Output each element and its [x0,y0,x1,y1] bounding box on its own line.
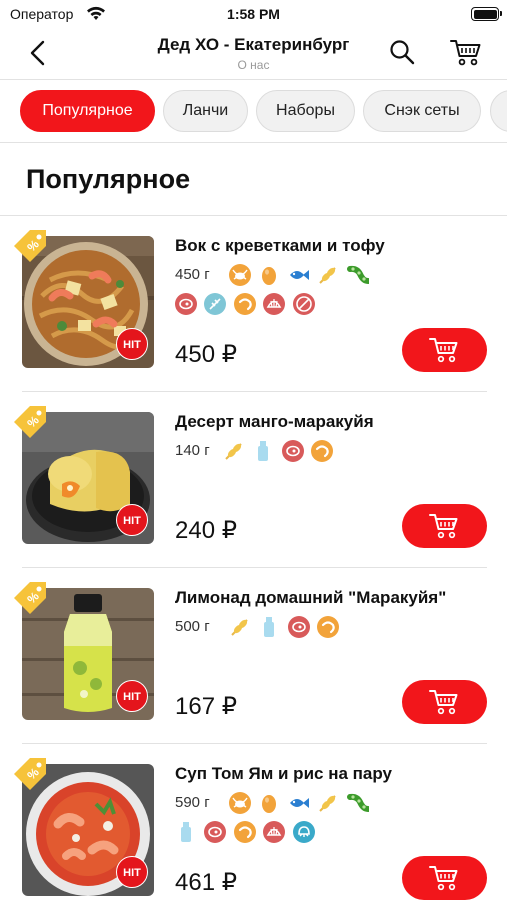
product-weight: 450 г [175,266,210,283]
product-weight: 590 г [175,794,210,811]
product-card[interactable]: HIT Десерт манго-маракуйя 140 г 240 ₽ [0,392,507,568]
cart-icon [429,690,458,715]
clock: 1:58 PM [227,6,280,22]
cart-icon [429,514,458,539]
soy-icon [346,792,369,814]
product-price: 240 ₽ [175,517,237,544]
discount-tag-icon [14,582,46,614]
hit-badge: HIT [116,856,148,888]
wheat-icon [223,440,245,462]
tab-lunches[interactable]: Ланчи [163,90,248,132]
fish-icon [288,264,310,286]
add-to-cart-button[interactable] [402,328,487,372]
product-weight: 140 г [175,442,210,459]
sesame-icon [204,293,227,315]
section-title: Популярное [26,164,191,194]
meat-icon [287,616,310,638]
tab-snack-sets[interactable]: Снэк сеты [363,90,481,132]
milk-icon [252,440,274,462]
meat-icon [175,293,197,315]
wheat-icon [317,264,339,286]
shrimp-icon [233,293,256,315]
shrimp-icon [311,440,334,462]
allergen-icons-row [229,264,372,286]
hit-badge: HIT [116,680,148,712]
product-name[interactable]: Лимонад домашний "Маракуйя" [175,588,446,608]
shellfish-icon [263,293,286,315]
navigation-bar: Дед ХО - Екатеринбург О нас [0,28,507,80]
allergen-icons-row [175,293,318,315]
shrimp-icon [317,616,340,638]
about-link[interactable]: О нас [0,58,507,72]
status-bar: Оператор 1:58 PM [0,0,507,28]
product-card[interactable]: HIT Лимонад домашний "Маракуйя" 500 г 16… [0,568,507,744]
tab-popular[interactable]: Популярное [20,90,155,132]
hit-badge: HIT [116,328,148,360]
milk-icon [258,616,280,638]
egg-icon [258,792,280,814]
wheat-icon [317,792,339,814]
mollusk-icon [292,821,315,843]
restaurant-title: Дед ХО - Екатеринбург [157,35,350,54]
meat-icon [204,821,227,843]
shrimp-icon [233,821,256,843]
wheat-icon [229,616,251,638]
product-name[interactable]: Суп Том Ям и рис на пару [175,764,392,784]
soy-icon [346,264,369,286]
shellfish-icon [263,821,286,843]
no-gluten-icon [292,293,315,315]
egg-icon [258,264,280,286]
allergen-icons-row [175,821,318,843]
allergen-icons-row [223,440,336,462]
tab-more[interactable] [490,90,507,132]
battery-icon [471,7,502,21]
cart-icon[interactable] [450,37,482,67]
fish-icon [288,792,310,814]
product-price: 167 ₽ [175,693,237,720]
add-to-cart-button[interactable] [402,504,487,548]
cart-icon [429,866,458,891]
product-name[interactable]: Вок с креветками и тофу [175,236,385,256]
hit-badge: HIT [116,504,148,536]
add-to-cart-button[interactable] [402,856,487,900]
category-tabs: Популярное Ланчи Наборы Снэк сеты [0,81,507,143]
search-icon[interactable] [388,38,416,66]
crab-icon [229,264,251,286]
product-card[interactable]: HIT Вок с креветками и тофу 450 г 450 ₽ [0,216,507,392]
product-name[interactable]: Десерт манго-маракуйя [175,412,374,432]
product-card[interactable]: HIT Суп Том Ям и рис на пару 590 г 461 ₽ [0,744,507,900]
discount-tag-icon [14,406,46,438]
crab-icon [229,792,251,814]
tab-sets[interactable]: Наборы [256,90,355,132]
milk-icon [175,821,197,843]
product-price: 450 ₽ [175,341,237,368]
discount-tag-icon [14,758,46,790]
meat-icon [281,440,304,462]
allergen-icons-row [229,792,372,814]
product-weight: 500 г [175,618,210,635]
discount-tag-icon [14,230,46,262]
allergen-icons-row [229,616,342,638]
add-to-cart-button[interactable] [402,680,487,724]
cart-icon [429,338,458,363]
product-price: 461 ₽ [175,869,237,896]
